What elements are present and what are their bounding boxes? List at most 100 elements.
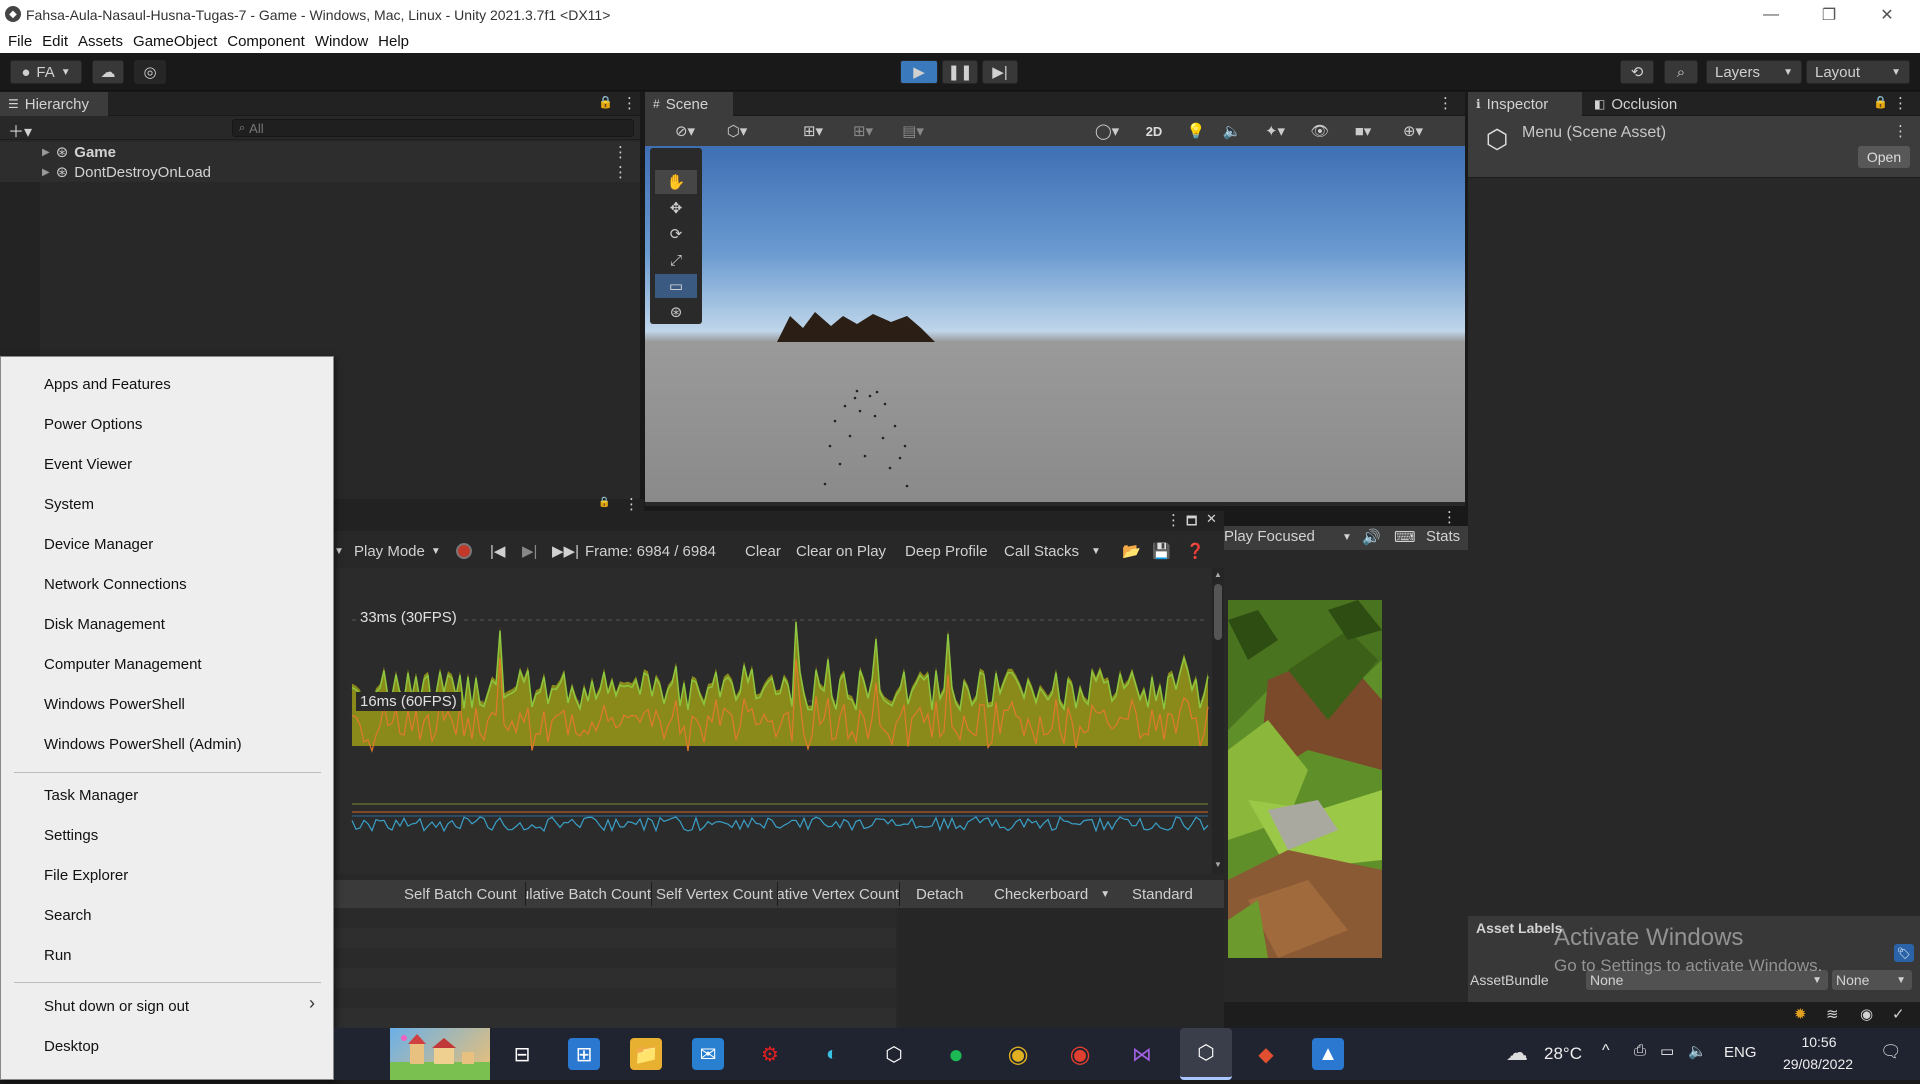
grid-snap-icon[interactable]: ⊞▾: [791, 120, 835, 142]
visibility-icon[interactable]: 👁: [1305, 120, 1335, 142]
menu-gameobject[interactable]: GameObject: [133, 33, 217, 50]
menu-item-power-options[interactable]: Power Options: [44, 413, 142, 437]
account-button[interactable]: ● FA ▼: [10, 60, 82, 84]
menu-item-task-manager[interactable]: Task Manager: [44, 784, 138, 808]
draw-mode-icon[interactable]: ⊘▾: [663, 120, 707, 142]
play-focused-dropdown[interactable]: Play Focused: [1224, 528, 1315, 545]
history-button[interactable]: ⟲: [1620, 60, 1654, 84]
menu-item-shut-down[interactable]: Shut down or sign out: [44, 995, 189, 1019]
menu-item-device-manager[interactable]: Device Manager: [44, 533, 153, 557]
kebab-icon[interactable]: ⋮: [1893, 122, 1908, 140]
kebab-icon[interactable]: ⋮: [1893, 94, 1908, 112]
tab-occlusion[interactable]: ◧ Occlusion: [1586, 92, 1706, 116]
chrome-canary-icon[interactable]: ◉: [1064, 1038, 1096, 1070]
column-self-batch-count[interactable]: Self Batch Count: [400, 882, 526, 906]
git-icon[interactable]: ◆: [1250, 1038, 1282, 1070]
asset-bundle-variant-dropdown[interactable]: None ▼: [1832, 970, 1912, 990]
deep-profile-button[interactable]: Deep Profile: [905, 540, 997, 562]
menu-item-desktop[interactable]: Desktop: [44, 1035, 99, 1059]
clear-on-play-button[interactable]: Clear on Play: [796, 540, 896, 562]
tab-scene[interactable]: # Scene: [645, 92, 733, 116]
toggle-2d-button[interactable]: 2D: [1137, 120, 1171, 142]
play-mode-dropdown[interactable]: Play Mode ▼: [354, 540, 450, 562]
volume-icon[interactable]: 🔈: [1688, 1042, 1707, 1060]
menu-item-computer-management[interactable]: Computer Management: [44, 653, 202, 677]
device-icon[interactable]: ⎙: [1634, 1042, 1646, 1059]
menu-assets[interactable]: Assets: [78, 33, 123, 50]
kebab-icon[interactable]: ⋮: [1442, 508, 1457, 526]
file-explorer-icon[interactable]: 📁: [630, 1038, 662, 1070]
rotate-tool-icon[interactable]: ⟳: [655, 222, 697, 246]
game-viewport[interactable]: [1228, 600, 1382, 958]
spotify-icon[interactable]: ●: [940, 1038, 972, 1070]
clock-time[interactable]: 10:56: [1784, 1034, 1854, 1050]
close-icon[interactable]: ✕: [1206, 511, 1217, 527]
kebab-icon[interactable]: ⋮: [622, 94, 637, 112]
lock-icon[interactable]: 🔒: [598, 497, 610, 508]
menu-edit[interactable]: Edit: [42, 33, 68, 50]
network-icon[interactable]: ▭: [1660, 1042, 1674, 1060]
scale-tool-icon[interactable]: ⤢: [655, 248, 697, 272]
chevron-up-icon[interactable]: ^: [1602, 1042, 1610, 1060]
menu-window[interactable]: Window: [315, 33, 368, 50]
save-icon[interactable]: 💾: [1152, 540, 1172, 562]
audio-icon[interactable]: 🔈: [1217, 120, 1247, 142]
scroll-up-icon[interactable]: ▲: [1213, 570, 1223, 579]
layout-dropdown[interactable]: Layout ▼: [1806, 60, 1910, 84]
task-view-icon[interactable]: ⊟: [506, 1038, 538, 1070]
rect-tool-icon[interactable]: ▭: [655, 274, 697, 298]
photos-icon[interactable]: ▲: [1312, 1038, 1344, 1070]
microsoft-store-icon[interactable]: ⊞: [568, 1038, 600, 1070]
move-tool-icon[interactable]: ✥: [655, 196, 697, 220]
maximize-icon[interactable]: 🗖: [1186, 512, 1197, 533]
tab-inspector[interactable]: ℹ Inspector: [1468, 92, 1582, 116]
prev-frame-icon[interactable]: |◀: [490, 540, 510, 562]
mute-audio-icon[interactable]: 🔊: [1362, 528, 1381, 546]
load-icon[interactable]: 📂: [1122, 540, 1142, 562]
checkerboard-dropdown[interactable]: Checkerboard ▼: [990, 882, 1126, 906]
profiler-scrollbar[interactable]: ▲ ▼: [1212, 568, 1224, 874]
camera-icon[interactable]: ■▾: [1341, 120, 1385, 142]
menu-item-run[interactable]: Run: [44, 944, 72, 968]
chrome-icon[interactable]: ◉: [1002, 1038, 1034, 1070]
play-button[interactable]: ▶: [900, 60, 938, 84]
pause-button[interactable]: ❚❚: [942, 60, 978, 84]
hierarchy-search[interactable]: ⌕ All: [232, 119, 634, 137]
kebab-icon[interactable]: ⋮: [613, 163, 628, 181]
hierarchy-item-dontdestroyonload[interactable]: ▶ ⊛ DontDestroyOnLoad ⋮: [0, 162, 640, 182]
language-indicator[interactable]: ENG: [1724, 1044, 1757, 1061]
search-button[interactable]: ⌕: [1664, 60, 1698, 84]
transform-tool-icon[interactable]: ⊛: [655, 300, 697, 324]
effects-icon[interactable]: ✦▾: [1253, 120, 1297, 142]
menu-item-disk-management[interactable]: Disk Management: [44, 613, 165, 637]
step-button[interactable]: ▶|: [982, 60, 1018, 84]
visual-studio-icon[interactable]: ⋈: [1126, 1038, 1158, 1070]
bug-icon[interactable]: ✹: [1794, 1005, 1807, 1023]
kebab-icon[interactable]: ⋮: [1438, 94, 1453, 112]
cache-icon[interactable]: ◉: [1860, 1005, 1873, 1023]
close-icon[interactable]: ✕: [1858, 0, 1916, 29]
weather-icon[interactable]: ☁: [1506, 1040, 1528, 1066]
menu-component[interactable]: Component: [227, 33, 305, 50]
security-app-icon[interactable]: ⚙: [754, 1038, 786, 1070]
weather-temp[interactable]: 28°C: [1544, 1044, 1582, 1064]
edge-icon[interactable]: ◐: [816, 1038, 848, 1070]
stats-button[interactable]: Stats: [1426, 528, 1460, 545]
increment-snap-icon[interactable]: ⊞▾: [841, 120, 885, 142]
layers-dropdown[interactable]: Layers ▼: [1706, 60, 1802, 84]
scene-viewport[interactable]: ✋ ✥ ⟳ ⤢ ▭ ⊛: [645, 146, 1465, 502]
mail-icon[interactable]: ✉: [692, 1038, 724, 1070]
clock-date[interactable]: 29/08/2022: [1770, 1056, 1866, 1072]
lock-icon[interactable]: 🔒: [598, 95, 613, 109]
column-self-vertex-count[interactable]: Self Vertex Count: [652, 882, 778, 906]
keyboard-icon[interactable]: ⌨: [1394, 528, 1416, 546]
gizmos-icon[interactable]: ⊕▾: [1391, 120, 1435, 142]
menu-item-network-connections[interactable]: Network Connections: [44, 573, 187, 597]
column-cumulative-vertex-count[interactable]: Cumulative Vertex Count: [778, 882, 900, 906]
search-highlight-image[interactable]: [390, 1028, 490, 1080]
next-frame-icon[interactable]: ▶|: [522, 540, 542, 562]
layers-icon[interactable]: ≋: [1826, 1005, 1839, 1023]
menu-item-settings[interactable]: Settings: [44, 824, 98, 848]
restore-icon[interactable]: ❐: [1800, 0, 1858, 29]
help-icon[interactable]: ❓: [1186, 540, 1206, 562]
